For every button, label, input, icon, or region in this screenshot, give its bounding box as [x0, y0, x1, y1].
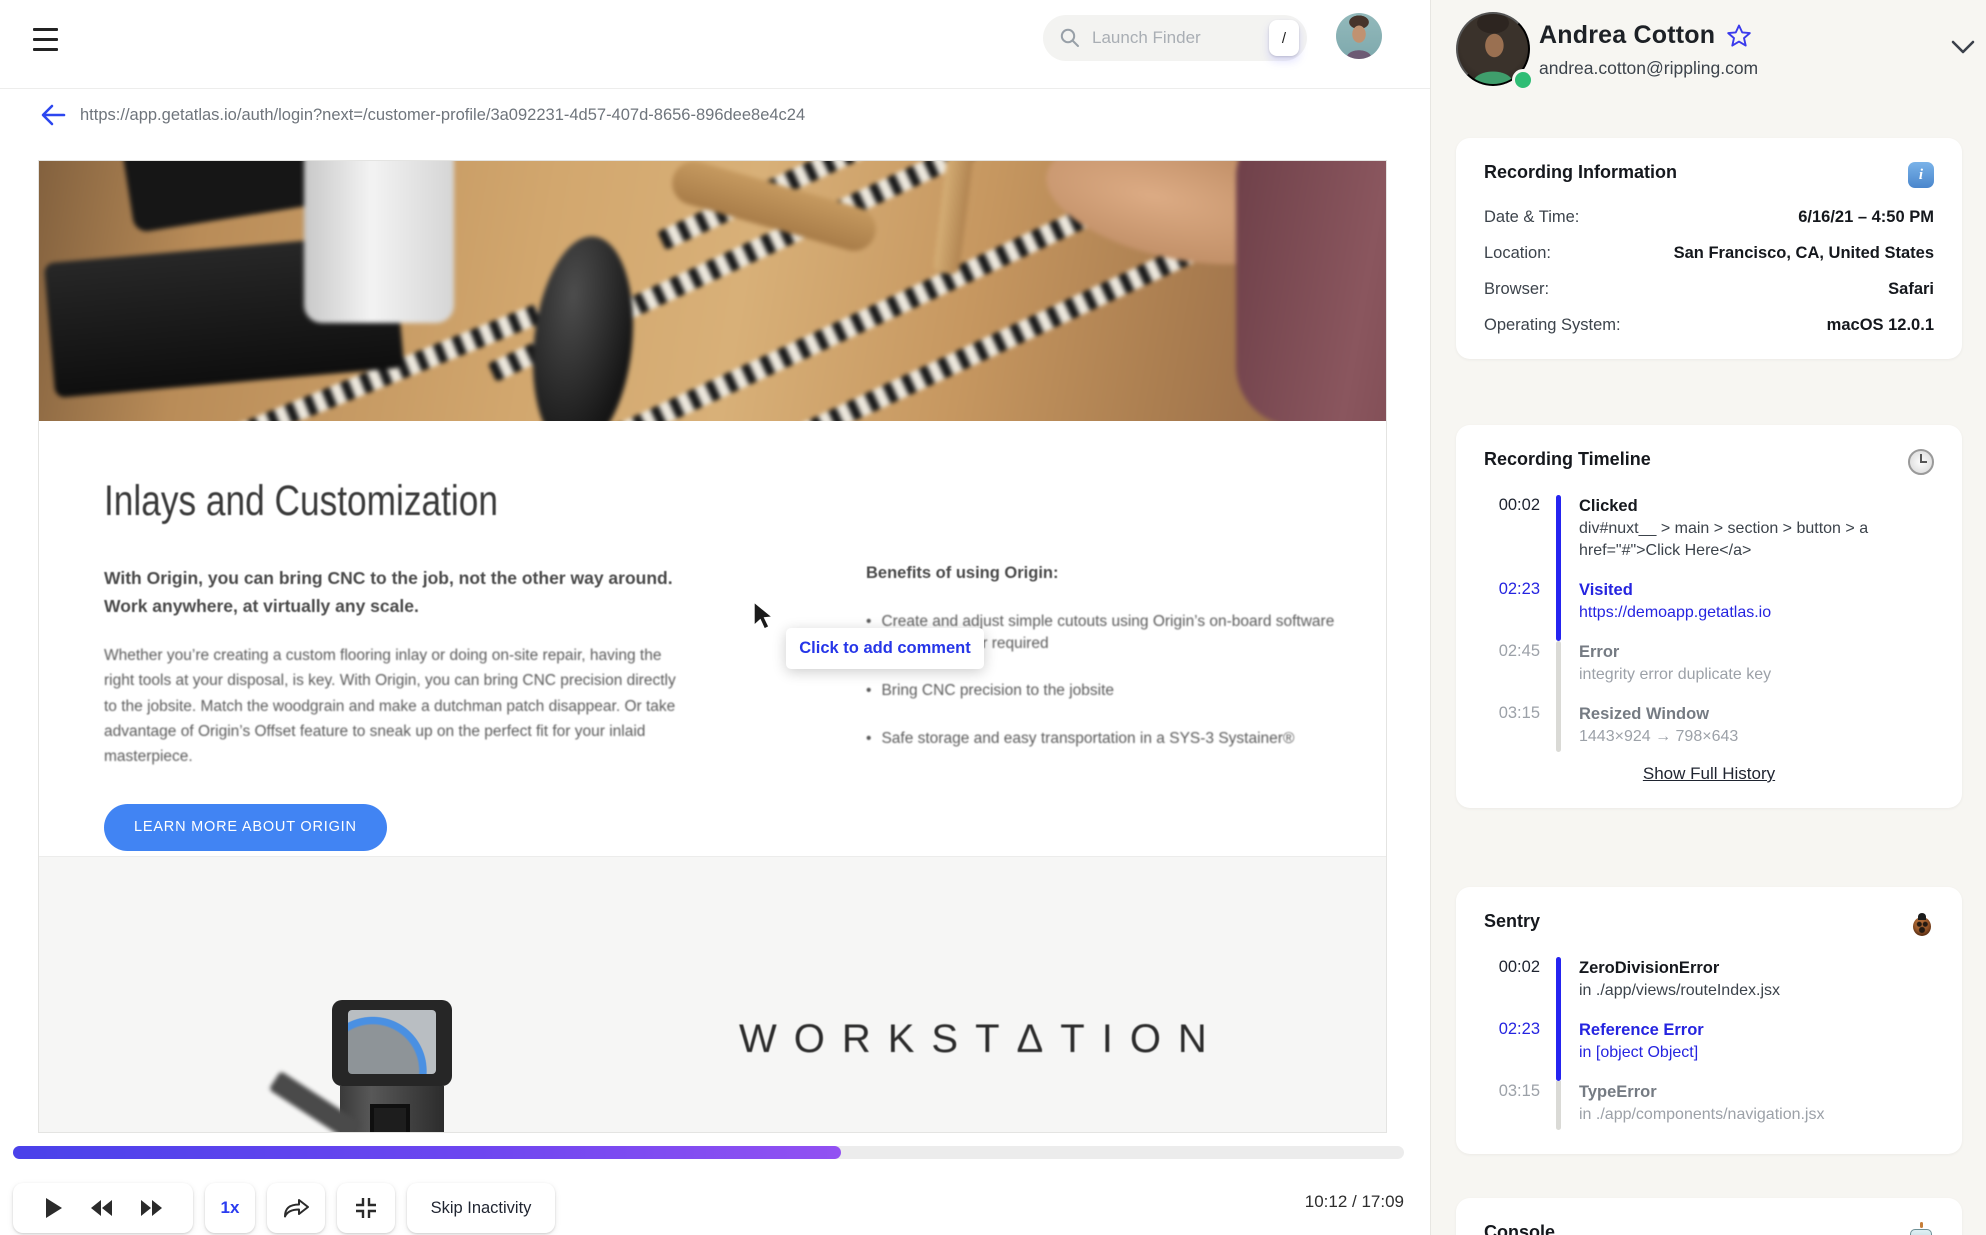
console-card: Console [1456, 1198, 1962, 1235]
menu-icon[interactable] [33, 28, 58, 51]
recording-info-card: Recording Information i Date & Time: 6/1… [1456, 138, 1962, 359]
timeline-event[interactable]: 02:45 Error integrity error duplicate ke… [1484, 641, 1934, 703]
recorded-user-name: Andrea Cotton [1539, 21, 1716, 49]
console-title: Console [1484, 1222, 1556, 1235]
playback-progress-bar[interactable] [13, 1146, 1404, 1159]
collapse-icon [356, 1198, 376, 1218]
transport-controls [13, 1183, 193, 1233]
robot-icon [1908, 1222, 1934, 1235]
info-row: Location: San Francisco, CA, United Stat… [1484, 244, 1934, 262]
info-row: Operating System: macOS 12.0.1 [1484, 316, 1934, 334]
online-status-dot [1512, 69, 1534, 91]
timeline-marker-bar [1556, 703, 1561, 752]
search-shortcut-key: / [1269, 20, 1299, 56]
info-row: Date & Time: 6/16/21 – 4:50 PM [1484, 208, 1934, 226]
player-controls: 1x Skip Inactivity [13, 1183, 555, 1233]
search-icon [1060, 28, 1079, 47]
timeline-marker-bar [1556, 495, 1561, 579]
current-user-avatar[interactable] [1336, 13, 1382, 59]
recording-info-title: Recording Information [1484, 162, 1677, 182]
recorded-user-email: andrea.cotton@rippling.com [1539, 58, 1759, 78]
search-input[interactable] [1090, 27, 1234, 49]
recording-timeline-card: Recording Timeline 00:02 Clicked div#nux… [1456, 425, 1962, 808]
timeline-marker-bar [1556, 641, 1561, 703]
timeline-marker-bar [1556, 1081, 1561, 1130]
replay-footer-section: WORKSTΔTION [39, 856, 1386, 1132]
replay-hero-image [39, 161, 1386, 421]
show-full-history-link[interactable]: Show Full History [1484, 764, 1934, 784]
timeline-marker-bar [1556, 579, 1561, 641]
launch-finder-search[interactable]: / [1043, 15, 1307, 61]
session-replay-app: / https://app.getatlas.io/auth/login?nex… [0, 0, 1986, 1235]
benefit-item: • Bring CNC precision to the jobsite [866, 682, 1115, 700]
url-bar: https://app.getatlas.io/auth/login?next=… [0, 89, 1430, 141]
benefit-item: • Safe storage and easy transportation in… [866, 730, 1295, 748]
info-row: Browser: Safari [1484, 280, 1934, 298]
timeline-marker-bar [1556, 957, 1561, 1019]
play-button[interactable] [44, 1197, 63, 1219]
sentry-title: Sentry [1484, 911, 1541, 931]
learn-more-button[interactable]: LEARN MORE ABOUT ORIGIN [104, 803, 387, 851]
bug-icon [1910, 911, 1934, 937]
rewind-button[interactable] [90, 1198, 113, 1218]
top-bar: / [0, 0, 1430, 89]
playback-timecode: 10:12 / 17:09 [1304, 1192, 1404, 1211]
chevron-down-icon[interactable] [1951, 40, 1975, 58]
collapse-view-button[interactable] [337, 1183, 395, 1233]
clock-icon [1908, 449, 1934, 475]
timeline-marker-bar [1556, 1019, 1561, 1081]
recording-details-panel: Andrea Cotton andrea.cotton@rippling.com… [1430, 0, 1986, 1235]
playback-progress-fill [13, 1146, 841, 1159]
replay-body-paragraph: Whether you’re creating a custom floorin… [104, 646, 676, 766]
recorded-page-url: https://app.getatlas.io/auth/login?next=… [80, 105, 806, 124]
playback-speed-button[interactable]: 1x [205, 1183, 255, 1233]
replay-intro-paragraph: With Origin, you can bring CNC to the jo… [104, 568, 673, 617]
sentry-event[interactable]: 03:15 TypeError in ./app/components/navi… [1484, 1081, 1934, 1130]
skip-inactivity-button[interactable]: Skip Inactivity [407, 1183, 555, 1233]
replay-viewport: Inlays and Customization With Origin, yo… [38, 160, 1387, 1133]
workstation-logo: WORKSTΔTION [739, 1017, 1224, 1061]
benefits-heading: Benefits of using Origin: [866, 564, 1059, 582]
sentry-card: Sentry 00:02 ZeroDivisionError in ./app/… [1456, 887, 1962, 1154]
sentry-event[interactable]: 00:02 ZeroDivisionError in ./app/views/r… [1484, 957, 1934, 1019]
replay-heading: Inlays and Customization [104, 477, 498, 525]
favorite-star-icon[interactable] [1726, 23, 1752, 49]
share-button[interactable] [267, 1183, 325, 1233]
add-comment-tooltip[interactable]: Click to add comment [786, 628, 984, 669]
timeline-event[interactable]: 00:02 Clicked div#nuxt__ > main > sectio… [1484, 495, 1934, 579]
back-arrow-icon[interactable] [40, 102, 66, 128]
share-icon [284, 1199, 309, 1218]
recording-timeline-title: Recording Timeline [1484, 449, 1651, 469]
info-icon: i [1908, 162, 1934, 188]
sentry-event[interactable]: 02:23 Reference Error in [object Object] [1484, 1019, 1934, 1081]
fast-forward-button[interactable] [140, 1198, 163, 1218]
replay-page-content: Inlays and Customization With Origin, yo… [39, 421, 1386, 851]
timeline-event[interactable]: 03:15 Resized Window 1443×924 → 798×643 [1484, 703, 1934, 752]
timeline-event[interactable]: 02:23 Visited https://demoapp.getatlas.i… [1484, 579, 1934, 641]
